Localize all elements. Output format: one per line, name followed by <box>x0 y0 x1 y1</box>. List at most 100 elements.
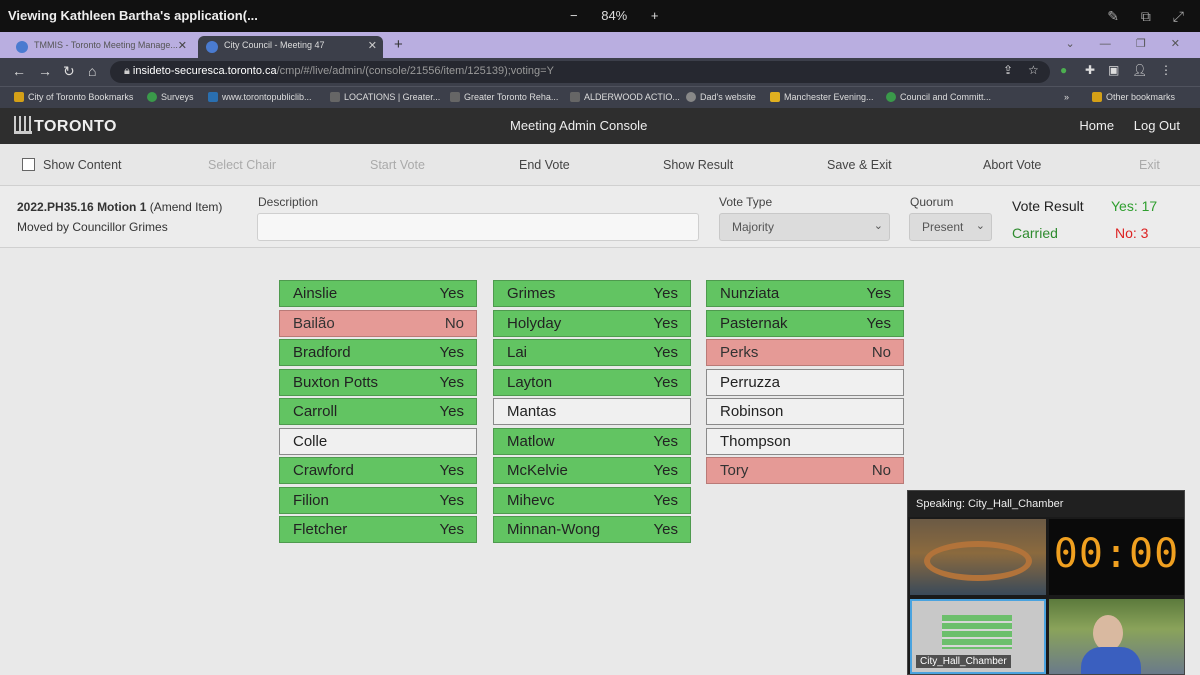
home-link[interactable]: Home <box>1079 118 1114 133</box>
abort-vote-button[interactable]: Abort Vote <box>983 158 1041 172</box>
save-exit-button[interactable]: Save & Exit <box>827 158 892 172</box>
vote-row[interactable]: Mantas <box>493 398 691 425</box>
vote-row[interactable]: Lai Yes <box>493 339 691 366</box>
minimize-icon[interactable]: — <box>1100 38 1111 50</box>
vote-value: No <box>444 314 464 332</box>
close-icon[interactable]: ✕ <box>1171 38 1180 50</box>
toronto-logo[interactable]: TORONTO <box>14 116 117 136</box>
share-title: Viewing Kathleen Bartha's application(..… <box>8 8 258 23</box>
vote-row[interactable]: Tory No <box>706 457 904 484</box>
vote-value: Yes <box>439 462 464 479</box>
home-icon[interactable]: ⌂ <box>88 63 96 79</box>
profile-icon[interactable]: 👤︎ <box>1132 63 1147 77</box>
forward-icon[interactable]: → <box>38 63 52 79</box>
logout-link[interactable]: Log Out <box>1134 118 1180 133</box>
vote-row[interactable]: Perruzza <box>706 368 904 396</box>
start-vote-button[interactable]: Start Vote <box>370 158 425 172</box>
news-icon <box>770 92 780 102</box>
quorum-label: Quorum <box>910 195 954 209</box>
show-content-toggle[interactable]: Show Content <box>22 158 122 172</box>
back-icon[interactable]: ← <box>12 63 26 79</box>
close-tab-icon[interactable]: ✕ <box>368 39 377 52</box>
show-result-button[interactable]: Show Result <box>663 158 733 172</box>
exit-share-icon[interactable]: ⤢ <box>1173 8 1184 24</box>
motion-info: 2022.PH35.16 Motion 1 (Amend Item) Moved… <box>0 186 1200 248</box>
bookmarks-overflow[interactable]: » <box>1064 92 1069 102</box>
vote-row[interactable]: Carroll Yes <box>279 398 477 425</box>
councillor-name: McKelvie <box>507 462 568 479</box>
bookmark-item[interactable]: ALDERWOOD ACTIO... <box>570 92 680 102</box>
vote-column-2: Grimes Yes Holyday Yes Lai Yes Layton Yes Mantas… <box>493 280 691 546</box>
chevron-down-icon[interactable]: ⌄ <box>1066 38 1075 50</box>
vote-row[interactable]: Mihevc Yes <box>493 486 691 514</box>
vote-type-select[interactable]: Majority ⌄ <box>719 213 890 241</box>
vote-row[interactable]: Fletcher Yes <box>279 516 477 543</box>
maximize-icon[interactable]: ❐ <box>1136 38 1146 50</box>
end-vote-button[interactable]: End Vote <box>519 158 570 172</box>
councillor-name: Lai <box>507 344 528 361</box>
councillor-name: Buxton Potts <box>293 373 379 391</box>
reload-icon[interactable]: ↻ <box>63 63 75 80</box>
vote-row[interactable]: Robinson <box>706 398 904 425</box>
bookmark-item[interactable]: www.torontopubliclib... <box>208 92 312 102</box>
annotate-icon[interactable]: ✎ <box>1107 8 1119 24</box>
vote-row[interactable]: Layton Yes <box>493 368 691 396</box>
tab-tmmis[interactable]: TMMIS - Toronto Meeting Manage... ✕ <box>8 36 193 58</box>
quorum-select[interactable]: Present ⌄ <box>909 213 992 241</box>
motion-id: 2022.PH35.16 Motion 1 (Amend Item) <box>17 200 223 214</box>
close-tab-icon[interactable]: ✕ <box>178 39 187 52</box>
bookmark-star-icon[interactable]: ☆ <box>1028 63 1039 77</box>
zoom-out-button[interactable]: − <box>570 8 578 23</box>
pop-out-icon[interactable]: ⧉ <box>1141 8 1151 24</box>
bookmark-item[interactable]: Surveys <box>147 92 194 102</box>
vote-row[interactable]: Holyday Yes <box>493 309 691 337</box>
bookmark-item[interactable]: City of Toronto Bookmarks <box>14 92 133 102</box>
vote-row[interactable]: Pasternak Yes <box>706 309 904 337</box>
councillor-name: Grimes <box>507 285 556 302</box>
description-field[interactable] <box>257 213 699 241</box>
share-page-icon[interactable]: ⇪ <box>1003 63 1013 77</box>
more-menu-icon[interactable]: ⋮ <box>1160 63 1172 77</box>
select-chair-button[interactable]: Select Chair <box>208 158 276 172</box>
vote-value: Yes <box>439 344 464 361</box>
tab-city-council[interactable]: City Council - Meeting 47 ✕ <box>198 36 383 58</box>
vote-row[interactable]: Nunziata Yes <box>706 280 904 307</box>
new-tab-icon[interactable]: + <box>394 36 403 53</box>
vote-row[interactable]: Ainslie Yes <box>279 280 477 307</box>
exit-button[interactable]: Exit <box>1139 158 1160 172</box>
vote-row[interactable]: Matlow Yes <box>493 427 691 455</box>
bookmark-item[interactable]: LOCATIONS | Greater... <box>330 92 440 102</box>
mini-vote-grid <box>942 615 1012 649</box>
extension-circle-icon[interactable]: ● <box>1060 63 1067 77</box>
yes-count: Yes: 17 <box>1111 198 1158 214</box>
vote-row[interactable]: Crawford Yes <box>279 457 477 484</box>
bookmark-item[interactable]: Dad's website <box>686 92 756 102</box>
extensions-puzzle-icon[interactable]: ✚ <box>1085 63 1095 77</box>
vote-row[interactable]: Colle <box>279 427 477 455</box>
vote-row[interactable]: Buxton Potts Yes <box>279 368 477 396</box>
description-label: Description <box>258 195 319 209</box>
checkbox[interactable] <box>22 158 35 171</box>
vote-row[interactable]: McKelvie Yes <box>493 457 691 484</box>
other-bookmarks[interactable]: Other bookmarks <box>1092 92 1175 102</box>
vote-row[interactable]: Perks No <box>706 339 904 366</box>
screen-share-video[interactable]: City_Hall_Chamber <box>910 599 1046 674</box>
councillor-name: Perks <box>720 344 759 361</box>
vote-row[interactable]: Thompson <box>706 427 904 455</box>
vote-row[interactable]: Bailão No <box>279 309 477 337</box>
participant-video[interactable] <box>1049 599 1184 674</box>
vote-row[interactable]: Filion Yes <box>279 486 477 514</box>
bookmark-item[interactable]: Greater Toronto Reha... <box>450 92 558 102</box>
vote-row[interactable]: Grimes Yes <box>493 280 691 307</box>
vote-row[interactable]: Minnan-Wong Yes <box>493 516 691 543</box>
chamber-video[interactable] <box>910 519 1046 595</box>
bookmark-item[interactable]: Council and Committ... <box>886 92 991 102</box>
zoom-in-button[interactable]: + <box>651 8 659 23</box>
address-bar[interactable]: 🔒︎ insideto-securesca.toronto.ca/cmp/#/l… <box>110 61 1050 83</box>
bookmark-item[interactable]: Manchester Evening... <box>770 92 874 102</box>
vote-row[interactable]: Bradford Yes <box>279 339 477 366</box>
vote-value: Yes <box>439 373 464 391</box>
sidebar-icon[interactable]: ▣ <box>1108 63 1119 77</box>
url-host: insideto-securesca.toronto.ca <box>132 65 277 77</box>
chevron-down-icon: ⌄ <box>873 220 883 232</box>
